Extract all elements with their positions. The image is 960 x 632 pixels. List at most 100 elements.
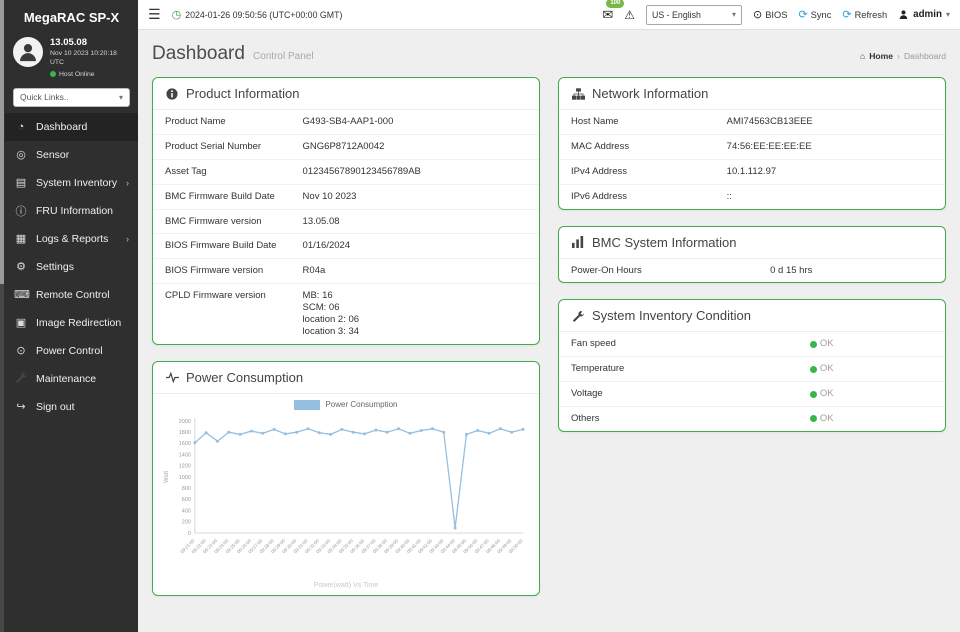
info-value: 01234567890123456789AB bbox=[303, 166, 421, 178]
user-menu[interactable]: admin ▾ bbox=[898, 9, 950, 20]
inventory-icon: ▤ bbox=[14, 176, 28, 189]
user-block: 13.05.08 Nov 10 2023 10:20:18 UTC Host O… bbox=[5, 31, 138, 82]
card-header: Network Information bbox=[559, 78, 945, 110]
breadcrumb-home[interactable]: Home bbox=[869, 51, 893, 61]
avatar bbox=[13, 37, 43, 67]
sidebar-item-remote-control[interactable]: ⌨Remote Control bbox=[5, 281, 138, 309]
page-header: Dashboard Control Panel ⌂ Home › Dashboa… bbox=[138, 30, 960, 73]
info-value: 74:56:EE:EE:EE:EE bbox=[727, 141, 812, 153]
bios-icon: ⊙ bbox=[753, 8, 762, 21]
info-label: Power-On Hours bbox=[571, 265, 770, 277]
sidebar-item-power-control[interactable]: ⊙Power Control bbox=[5, 337, 138, 365]
sidebar-item-maintenance[interactable]: Maintenance bbox=[5, 365, 138, 393]
svg-text:200: 200 bbox=[182, 519, 191, 525]
info-row: BMC Firmware Build DateNov 10 2023 bbox=[153, 184, 539, 209]
card-title: System Inventory Condition bbox=[592, 308, 751, 323]
info-label: CPLD Firmware version bbox=[165, 290, 303, 302]
info-row: Asset Tag01234567890123456789AB bbox=[153, 159, 539, 184]
quick-links-select[interactable]: Quick Links.. ▾ bbox=[13, 88, 130, 107]
sidebar-scrollbar[interactable] bbox=[0, 0, 4, 632]
chevron-down-icon: ▾ bbox=[946, 10, 950, 19]
person-icon bbox=[17, 41, 39, 63]
card-title: Power Consumption bbox=[186, 370, 303, 385]
sidebar-item-image-redirection[interactable]: ▣Image Redirection bbox=[5, 309, 138, 337]
card-title: Network Information bbox=[592, 86, 708, 101]
gear-icon: ⚙ bbox=[14, 260, 28, 273]
sidebar: MegaRAC SP-X 13.05.08 Nov 10 2023 10:20:… bbox=[0, 0, 138, 632]
username: admin bbox=[913, 9, 942, 20]
sync-button[interactable]: ⟳ Sync bbox=[798, 8, 831, 21]
info-row: Power-On Hours0 d 15 hrs bbox=[559, 259, 945, 283]
info-row: TemperatureOK bbox=[559, 356, 945, 381]
info-value: MB: 16 SCM: 06 location 2: 06 location 3… bbox=[303, 290, 360, 338]
language-select[interactable]: US - English ▾ bbox=[646, 5, 742, 25]
svg-text:2000: 2000 bbox=[179, 418, 191, 424]
bios-button[interactable]: ⊙ BIOS bbox=[753, 8, 787, 21]
svg-text:1200: 1200 bbox=[179, 463, 191, 469]
svg-text:800: 800 bbox=[182, 486, 191, 492]
card-header: BMC System Information bbox=[559, 227, 945, 259]
status-text: OK bbox=[820, 363, 834, 375]
refresh-button[interactable]: ⟳ Refresh bbox=[842, 8, 887, 21]
svg-text:1800: 1800 bbox=[179, 430, 191, 436]
sidebar-item-logs-reports[interactable]: ▦Logs & Reports› bbox=[5, 225, 138, 253]
status-badge: OK bbox=[810, 388, 834, 400]
card-body: Power-On Hours0 d 15 hrs bbox=[559, 259, 945, 283]
image-icon: ▣ bbox=[14, 316, 28, 329]
scrollbar-thumb[interactable] bbox=[0, 0, 4, 284]
wrench-icon bbox=[14, 371, 28, 386]
pulse-icon bbox=[165, 372, 179, 383]
status-text: OK bbox=[820, 413, 834, 425]
chevron-down-icon: ▾ bbox=[732, 10, 736, 19]
sidebar-item-label: System Inventory bbox=[36, 177, 117, 189]
sidebar-item-sensor[interactable]: ◎Sensor bbox=[5, 141, 138, 169]
datetime-text: 2024-01-26 09:50:56 (UTC+00:00 GMT) bbox=[185, 10, 342, 20]
info-value: :: bbox=[727, 191, 732, 203]
sidebar-item-system-inventory[interactable]: ▤System Inventory› bbox=[5, 169, 138, 197]
network-information-card: Network Information Host NameAMI74563CB1… bbox=[558, 77, 946, 210]
info-label: BIOS Firmware version bbox=[165, 265, 303, 277]
sensor-icon: ◎ bbox=[14, 148, 28, 161]
info-label: IPv6 Address bbox=[571, 191, 727, 203]
left-column: Product Information Product NameG493-SB4… bbox=[152, 77, 540, 596]
info-value: 13.05.08 bbox=[303, 216, 340, 228]
sidebar-item-label: Maintenance bbox=[36, 373, 96, 385]
remote-icon: ⌨ bbox=[14, 288, 28, 301]
home-icon: ⌂ bbox=[860, 51, 865, 61]
info-circle-icon bbox=[165, 88, 179, 100]
language-value: US - English bbox=[652, 10, 701, 20]
main-area: ☰ ◷ 2024-01-26 09:50:56 (UTC+00:00 GMT) … bbox=[138, 0, 960, 632]
info-value: 0 d 15 hrs bbox=[770, 265, 812, 277]
firmware-version: 13.05.08 bbox=[50, 37, 130, 48]
firmware-datetime: Nov 10 2023 10:20:18 UTC bbox=[50, 50, 130, 68]
notifications-button[interactable]: ✉100 bbox=[602, 7, 613, 23]
sidebar-item-fru-information[interactable]: ⓘFRU Information bbox=[5, 197, 138, 225]
info-label: BMC Firmware version bbox=[165, 216, 303, 228]
power-chart-svg: 020040060080010001200140016001800200009:… bbox=[161, 411, 531, 579]
clock-icon: ◷ bbox=[172, 8, 182, 21]
svg-text:0: 0 bbox=[188, 530, 191, 536]
info-label: BMC Firmware Build Date bbox=[165, 191, 303, 203]
sidebar-item-settings[interactable]: ⚙Settings bbox=[5, 253, 138, 281]
page-title: Dashboard bbox=[152, 43, 245, 65]
status-badge: OK bbox=[810, 338, 834, 350]
host-online-dot bbox=[50, 71, 56, 77]
sidebar-item-dashboard[interactable]: ◔Dashboard bbox=[5, 113, 138, 141]
info-row: CPLD Firmware versionMB: 16 SCM: 06 loca… bbox=[153, 283, 539, 344]
sidebar-item-sign-out[interactable]: ↪Sign out bbox=[5, 393, 138, 421]
svg-text:1000: 1000 bbox=[179, 474, 191, 480]
info-row: VoltageOK bbox=[559, 381, 945, 406]
logs-icon: ▦ bbox=[14, 232, 28, 245]
info-label: Others bbox=[571, 413, 810, 425]
card-body: Fan speedOKTemperatureOKVoltageOKOthersO… bbox=[559, 332, 945, 431]
hamburger-menu-icon[interactable]: ☰ bbox=[148, 6, 161, 23]
brand-title: MegaRAC SP-X bbox=[5, 0, 138, 31]
card-header: Power Consumption bbox=[153, 362, 539, 394]
power-icon: ⊙ bbox=[14, 344, 28, 357]
card-header: System Inventory Condition bbox=[559, 300, 945, 332]
bios-label: BIOS bbox=[765, 10, 787, 20]
status-badge: OK bbox=[810, 413, 834, 425]
alerts-warning-icon[interactable]: ⚠ bbox=[624, 8, 635, 22]
info-value: 01/16/2024 bbox=[303, 240, 351, 252]
sidebar-item-label: FRU Information bbox=[36, 205, 113, 217]
